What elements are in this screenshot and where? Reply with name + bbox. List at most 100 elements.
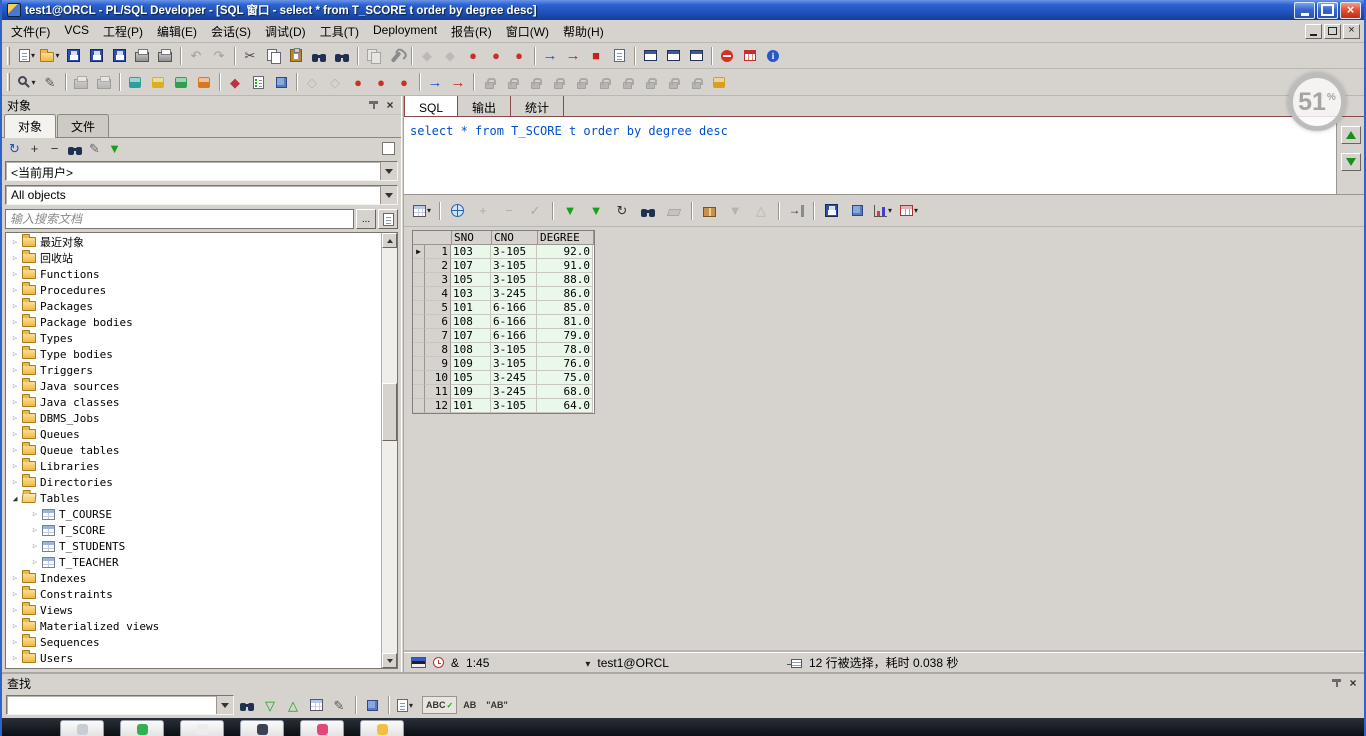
whole-words-toggle[interactable]: ABC bbox=[422, 696, 457, 714]
cell-cno[interactable]: 3-105 bbox=[491, 343, 537, 357]
tab-2[interactable]: 统计 bbox=[511, 96, 564, 116]
tree-item-procedures[interactable]: ▷Procedures bbox=[6, 282, 381, 298]
close-panel-icon[interactable] bbox=[1347, 677, 1359, 689]
cell-sno[interactable]: 108 bbox=[451, 315, 491, 329]
special-copy-button[interactable] bbox=[362, 45, 384, 67]
copy-button[interactable] bbox=[262, 45, 284, 67]
menu-f[interactable]: 文件(F) bbox=[4, 19, 57, 44]
tree-item-packages[interactable]: ▷Packages bbox=[6, 298, 381, 314]
tree-item-type-bodies[interactable]: ▷Type bodies bbox=[6, 346, 381, 362]
toolbar-grip[interactable] bbox=[7, 47, 10, 65]
print-results-b-button[interactable] bbox=[93, 71, 115, 93]
row-indicator[interactable] bbox=[413, 301, 425, 315]
object-filter-combo[interactable]: All objects bbox=[5, 185, 398, 205]
execute-current-button[interactable]: → bbox=[562, 45, 584, 67]
row-number[interactable]: 10 bbox=[425, 371, 451, 385]
menu-p[interactable]: 工程(P) bbox=[96, 19, 150, 44]
cell-cno[interactable]: 3-105 bbox=[491, 245, 537, 259]
lock-9-button[interactable] bbox=[662, 71, 684, 93]
cell-deg[interactable]: 68.0 bbox=[537, 385, 593, 399]
row-number[interactable]: 4 bbox=[425, 287, 451, 301]
tree-item-t-teacher[interactable]: ▷T_TEACHER bbox=[6, 554, 381, 570]
new-report-button[interactable] bbox=[608, 45, 630, 67]
minimize-button[interactable] bbox=[1294, 2, 1315, 19]
stop-button[interactable]: ● bbox=[508, 45, 530, 67]
cell-deg[interactable]: 75.0 bbox=[537, 371, 593, 385]
filter-disabled-button[interactable]: ▼ bbox=[723, 199, 747, 223]
find-in-results-button[interactable] bbox=[636, 199, 660, 223]
tree-item-triggers[interactable]: ▷Triggers bbox=[6, 362, 381, 378]
kill-session-button[interactable]: ◆ bbox=[439, 45, 461, 67]
taskbar-button-4[interactable] bbox=[240, 720, 284, 736]
cell-deg[interactable]: 85.0 bbox=[537, 301, 593, 315]
save-results-button[interactable] bbox=[819, 199, 843, 223]
row-number[interactable]: 3 bbox=[425, 273, 451, 287]
menu-w[interactable]: 窗口(W) bbox=[499, 19, 556, 44]
tree-expand-icon[interactable]: ▷ bbox=[29, 542, 41, 550]
cell-sno[interactable]: 101 bbox=[451, 399, 491, 413]
run-debug-button[interactable]: ● bbox=[347, 71, 369, 93]
rollback-button[interactable]: ● bbox=[485, 45, 507, 67]
sql-editor[interactable]: select * from T_SCORE t order by degree … bbox=[404, 117, 1337, 194]
cell-sno[interactable]: 108 bbox=[451, 343, 491, 357]
tree-item-types[interactable]: ▷Types bbox=[6, 330, 381, 346]
tab-sql[interactable]: SQL bbox=[404, 96, 458, 116]
tree-expand-icon[interactable]: ▷ bbox=[9, 334, 21, 342]
regexp-toggle[interactable]: "AB" bbox=[482, 696, 512, 714]
compile-button[interactable]: ◆ bbox=[224, 71, 246, 93]
menu-d[interactable]: 调试(D) bbox=[258, 19, 313, 44]
undo-button[interactable]: ↶ bbox=[185, 45, 207, 67]
menu-r[interactable]: 报告(R) bbox=[444, 19, 499, 44]
menu-deployment[interactable]: Deployment bbox=[366, 19, 444, 44]
zoom-button[interactable]: ▾ bbox=[16, 71, 38, 93]
tile-windows-button[interactable] bbox=[662, 45, 684, 67]
tree-expand-icon[interactable]: ▷ bbox=[9, 366, 21, 374]
print-results-a-button[interactable] bbox=[70, 71, 92, 93]
tree-item-materialized-views[interactable]: ▷Materialized views bbox=[6, 618, 381, 634]
stamp-sql-button[interactable] bbox=[147, 71, 169, 93]
tree-expand-icon[interactable]: ▷ bbox=[9, 654, 21, 662]
tree-expand-icon[interactable]: ▷ bbox=[9, 382, 21, 390]
cell-deg[interactable]: 64.0 bbox=[537, 399, 593, 413]
about-button[interactable] bbox=[762, 45, 784, 67]
tree-expand-icon[interactable]: ▷ bbox=[9, 302, 21, 310]
lock-3-button[interactable] bbox=[524, 71, 546, 93]
export-results-button[interactable] bbox=[697, 199, 721, 223]
lock-1-button[interactable] bbox=[478, 71, 500, 93]
tree-expand-icon[interactable]: ▷ bbox=[9, 430, 21, 438]
find-button[interactable] bbox=[237, 695, 257, 715]
key-button[interactable] bbox=[708, 71, 730, 93]
cell-sno[interactable]: 107 bbox=[451, 329, 491, 343]
new-button[interactable]: ▾ bbox=[16, 45, 38, 67]
open-button[interactable]: ▾ bbox=[39, 45, 61, 67]
cell-cno[interactable]: 6-166 bbox=[491, 329, 537, 343]
cell-cno[interactable]: 3-105 bbox=[491, 357, 537, 371]
tree-expand-icon[interactable]: ▷ bbox=[29, 510, 41, 518]
save-as-button[interactable] bbox=[108, 45, 130, 67]
find-object-button[interactable] bbox=[65, 140, 84, 158]
find-input-value[interactable] bbox=[7, 696, 216, 714]
case-sensitive-toggle[interactable]: AB bbox=[459, 696, 480, 714]
dock-button[interactable] bbox=[382, 142, 395, 155]
tab-1[interactable]: 文件 bbox=[57, 114, 109, 137]
tree-item-sequences[interactable]: ▷Sequences bbox=[6, 634, 381, 650]
redo-button[interactable]: ↷ bbox=[208, 45, 230, 67]
tree-scrollbar[interactable] bbox=[381, 233, 397, 668]
tree-expand-icon[interactable]: ▷ bbox=[9, 574, 21, 582]
row-number[interactable]: 6 bbox=[425, 315, 451, 329]
find-previous-button[interactable]: △ bbox=[283, 695, 303, 715]
scroll-editor-up-button[interactable] bbox=[1341, 126, 1361, 144]
cell-cno[interactable]: 3-105 bbox=[491, 399, 537, 413]
tile-vertically-button[interactable] bbox=[685, 45, 707, 67]
row-indicator[interactable] bbox=[413, 357, 425, 371]
tree-expand-icon[interactable]: ▷ bbox=[9, 398, 21, 406]
row-indicator-current[interactable] bbox=[413, 245, 425, 259]
report-button[interactable]: ▾ bbox=[897, 199, 921, 223]
tree-item-java-classes[interactable]: ▷Java classes bbox=[6, 394, 381, 410]
cell-sno[interactable]: 103 bbox=[451, 287, 491, 301]
lock-6-button[interactable] bbox=[593, 71, 615, 93]
taskbar-button-2[interactable] bbox=[120, 720, 164, 736]
tree-item-queue-tables[interactable]: ▷Queue tables bbox=[6, 442, 381, 458]
tree-item-libraries[interactable]: ▷Libraries bbox=[6, 458, 381, 474]
row-number[interactable]: 7 bbox=[425, 329, 451, 343]
